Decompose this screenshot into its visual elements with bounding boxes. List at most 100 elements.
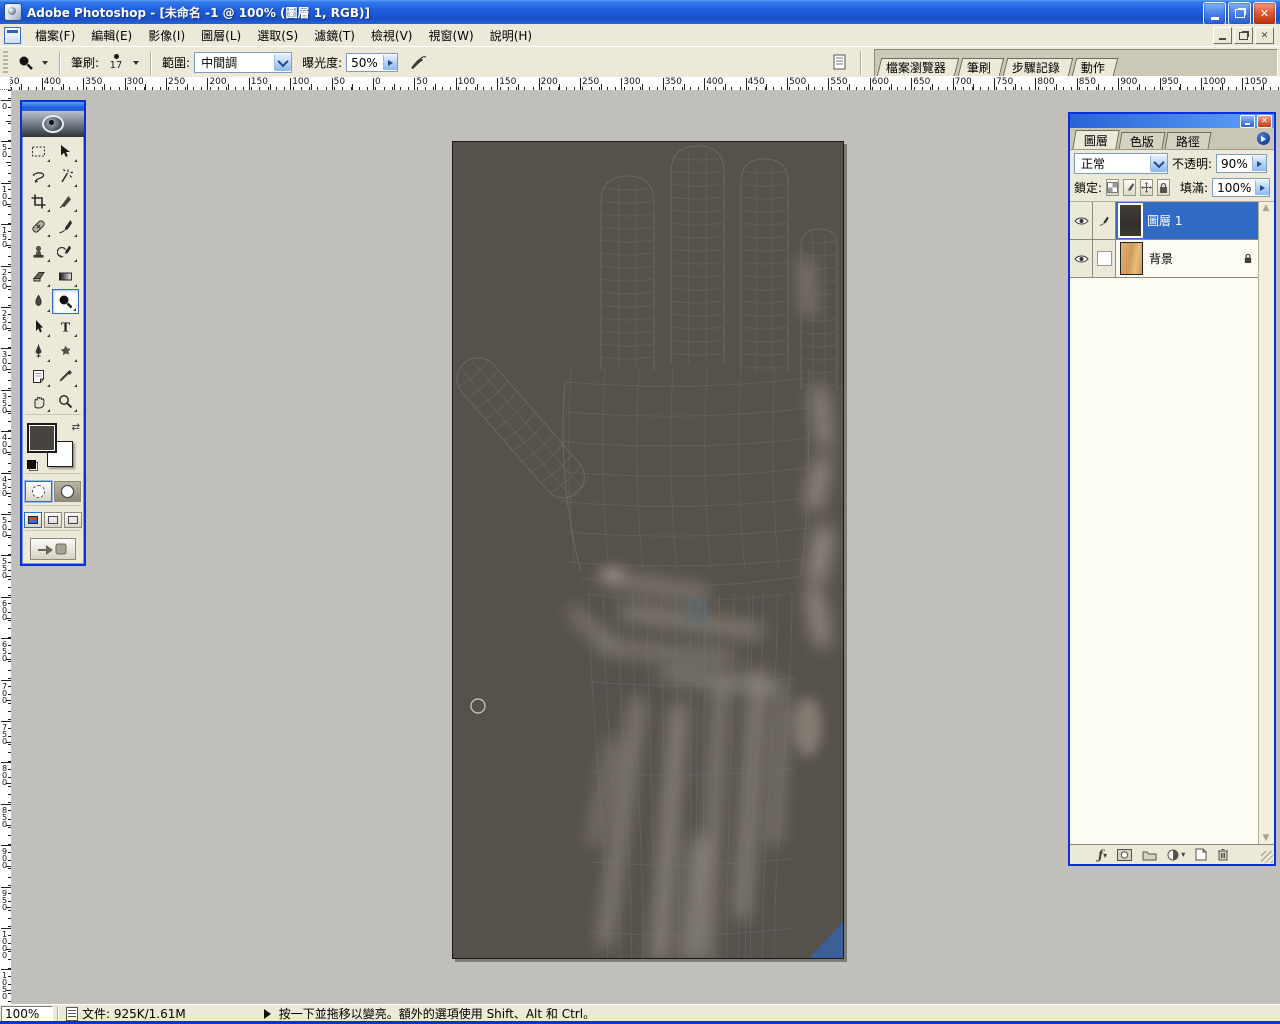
palette-tab-2[interactable]: 路徑 bbox=[1164, 132, 1212, 149]
layer-row-1[interactable]: 背景 bbox=[1070, 240, 1258, 278]
layer-thumbnail[interactable] bbox=[1116, 240, 1149, 277]
menu-item-3[interactable]: 圖層(L) bbox=[193, 25, 249, 46]
jump-to-imageready-button[interactable] bbox=[30, 538, 76, 560]
menu-item-7[interactable]: 視窗(W) bbox=[420, 25, 481, 46]
exposure-slider-button[interactable] bbox=[383, 55, 398, 70]
layer-visibility-toggle[interactable] bbox=[1070, 240, 1093, 277]
zoom-level-input[interactable]: 100% bbox=[1, 1005, 53, 1022]
healing-brush-tool[interactable] bbox=[25, 214, 52, 239]
layer-thumbnail[interactable] bbox=[1116, 202, 1147, 239]
lock-transparency-button[interactable] bbox=[1106, 179, 1120, 196]
menu-item-8[interactable]: 說明(H) bbox=[482, 25, 540, 46]
notes-tool[interactable] bbox=[25, 364, 52, 389]
scroll-down-icon[interactable]: ▼ bbox=[1261, 833, 1271, 843]
airbrush-toggle[interactable] bbox=[406, 51, 430, 75]
document-size-icon[interactable] bbox=[66, 1006, 78, 1021]
mdi-restore-button[interactable] bbox=[1234, 27, 1253, 44]
fill-input[interactable]: 100% bbox=[1212, 178, 1271, 197]
fullscreen-with-menu-button[interactable] bbox=[44, 512, 62, 528]
file-browser-toggle-button[interactable] bbox=[829, 51, 853, 75]
quick-mask-mode-button[interactable] bbox=[54, 481, 81, 502]
menu-item-2[interactable]: 影像(I) bbox=[140, 25, 193, 46]
fill-slider-button[interactable] bbox=[1255, 180, 1270, 195]
palette-close-button[interactable]: ✕ bbox=[1257, 114, 1272, 128]
blur-tool[interactable] bbox=[25, 289, 52, 314]
hand-tool[interactable] bbox=[25, 389, 52, 414]
history-brush-tool[interactable] bbox=[52, 239, 79, 264]
canvas[interactable] bbox=[452, 141, 844, 959]
palette-well-tab-0[interactable]: 檔案瀏覽器 bbox=[876, 58, 959, 76]
fullscreen-mode-button[interactable] bbox=[64, 512, 82, 528]
menu-item-4[interactable]: 選取(S) bbox=[249, 25, 306, 46]
palette-resize-grip[interactable] bbox=[1261, 851, 1273, 863]
lock-pixels-button[interactable] bbox=[1123, 179, 1137, 196]
document-size-info[interactable]: 文件: 925K/1.61M bbox=[82, 1005, 186, 1022]
menu-item-0[interactable]: 檔案(F) bbox=[27, 25, 83, 46]
palette-well-tab-1[interactable]: 筆刷 bbox=[957, 58, 1004, 76]
layer-name[interactable]: 背景 bbox=[1149, 240, 1238, 277]
layers-scrollbar[interactable]: ▲ ▼ bbox=[1258, 202, 1274, 844]
ruler-origin-box[interactable] bbox=[0, 77, 11, 90]
layers-palette-title-bar[interactable]: ✕ bbox=[1070, 114, 1274, 128]
lasso-tool[interactable] bbox=[25, 164, 52, 189]
new-adjustment-layer-button[interactable]: ▾ bbox=[1167, 847, 1185, 863]
palette-well-tab-2[interactable]: 步驟記錄 bbox=[1002, 58, 1073, 76]
lock-position-button[interactable] bbox=[1140, 179, 1154, 196]
palette-tab-1[interactable]: 色版 bbox=[1118, 132, 1166, 149]
palette-minimize-button[interactable] bbox=[1240, 114, 1255, 128]
zoom-tool[interactable] bbox=[52, 389, 79, 414]
add-layer-mask-button[interactable] bbox=[1117, 847, 1133, 863]
lock-all-button[interactable] bbox=[1157, 179, 1171, 196]
layer-name[interactable]: 圖層 1 bbox=[1147, 202, 1238, 239]
slice-tool[interactable] bbox=[52, 189, 79, 214]
clone-stamp-tool[interactable] bbox=[25, 239, 52, 264]
gradient-tool[interactable] bbox=[52, 264, 79, 289]
layer-style-button[interactable]: ƒ ▾ bbox=[1098, 847, 1107, 863]
layer-visibility-toggle[interactable] bbox=[1070, 202, 1093, 239]
opacity-slider-button[interactable] bbox=[1251, 156, 1266, 171]
standard-screen-mode-button[interactable] bbox=[24, 512, 42, 528]
range-select-button[interactable] bbox=[274, 54, 292, 71]
menu-item-5[interactable]: 濾鏡(T) bbox=[306, 25, 363, 46]
blend-mode-select-button[interactable] bbox=[1150, 155, 1167, 172]
layer-row-0[interactable]: 圖層 1 bbox=[1070, 202, 1258, 240]
eyedropper-tool[interactable] bbox=[52, 364, 79, 389]
default-colors-icon[interactable] bbox=[27, 460, 38, 471]
brush-preview[interactable]: 17 bbox=[103, 50, 129, 76]
layer-link-cell[interactable] bbox=[1093, 202, 1116, 239]
tool-preset-dropdown-arrow[interactable] bbox=[42, 60, 48, 65]
palette-tab-0[interactable]: 圖層 bbox=[1072, 130, 1120, 149]
options-bar-grip[interactable] bbox=[3, 50, 8, 75]
exposure-input[interactable]: 50% bbox=[346, 53, 399, 72]
menu-item-6[interactable]: 檢視(V) bbox=[363, 25, 421, 46]
menu-item-1[interactable]: 編輯(E) bbox=[83, 25, 140, 46]
brush-dropdown-arrow[interactable] bbox=[133, 60, 140, 65]
type-tool[interactable]: T bbox=[52, 314, 79, 339]
mdi-minimize-button[interactable] bbox=[1213, 27, 1232, 44]
pen-tool[interactable] bbox=[25, 339, 52, 364]
opacity-input[interactable]: 90% bbox=[1216, 154, 1267, 173]
layer-link-cell[interactable] bbox=[1093, 240, 1116, 277]
crop-tool[interactable] bbox=[25, 189, 52, 214]
restore-button[interactable] bbox=[1228, 2, 1251, 25]
magic-wand-tool[interactable] bbox=[52, 164, 79, 189]
dodge-tool-selected[interactable] bbox=[52, 289, 79, 314]
palette-well-tab-3[interactable]: 動作 bbox=[1071, 58, 1118, 76]
minimize-button[interactable] bbox=[1203, 2, 1226, 25]
swap-colors-icon[interactable]: ⇄ bbox=[72, 422, 80, 433]
move-tool[interactable] bbox=[52, 139, 79, 164]
scroll-up-icon[interactable]: ▲ bbox=[1261, 203, 1271, 213]
delete-layer-button[interactable] bbox=[1217, 847, 1229, 863]
new-layer-set-button[interactable] bbox=[1142, 847, 1157, 863]
foreground-color-swatch[interactable] bbox=[27, 423, 57, 453]
eraser-tool[interactable] bbox=[25, 264, 52, 289]
mdi-close-button[interactable]: ✕ bbox=[1255, 27, 1274, 44]
brush-tool[interactable] bbox=[52, 214, 79, 239]
new-layer-button[interactable] bbox=[1195, 847, 1207, 863]
range-select[interactable]: 中間調 bbox=[194, 52, 293, 73]
photoshop-eye-logo[interactable] bbox=[22, 111, 84, 137]
custom-shape-tool[interactable] bbox=[52, 339, 79, 364]
rectangular-marquee-tool[interactable] bbox=[25, 139, 52, 164]
path-selection-tool[interactable] bbox=[25, 314, 52, 339]
current-tool-icon-dodge[interactable] bbox=[14, 51, 38, 75]
